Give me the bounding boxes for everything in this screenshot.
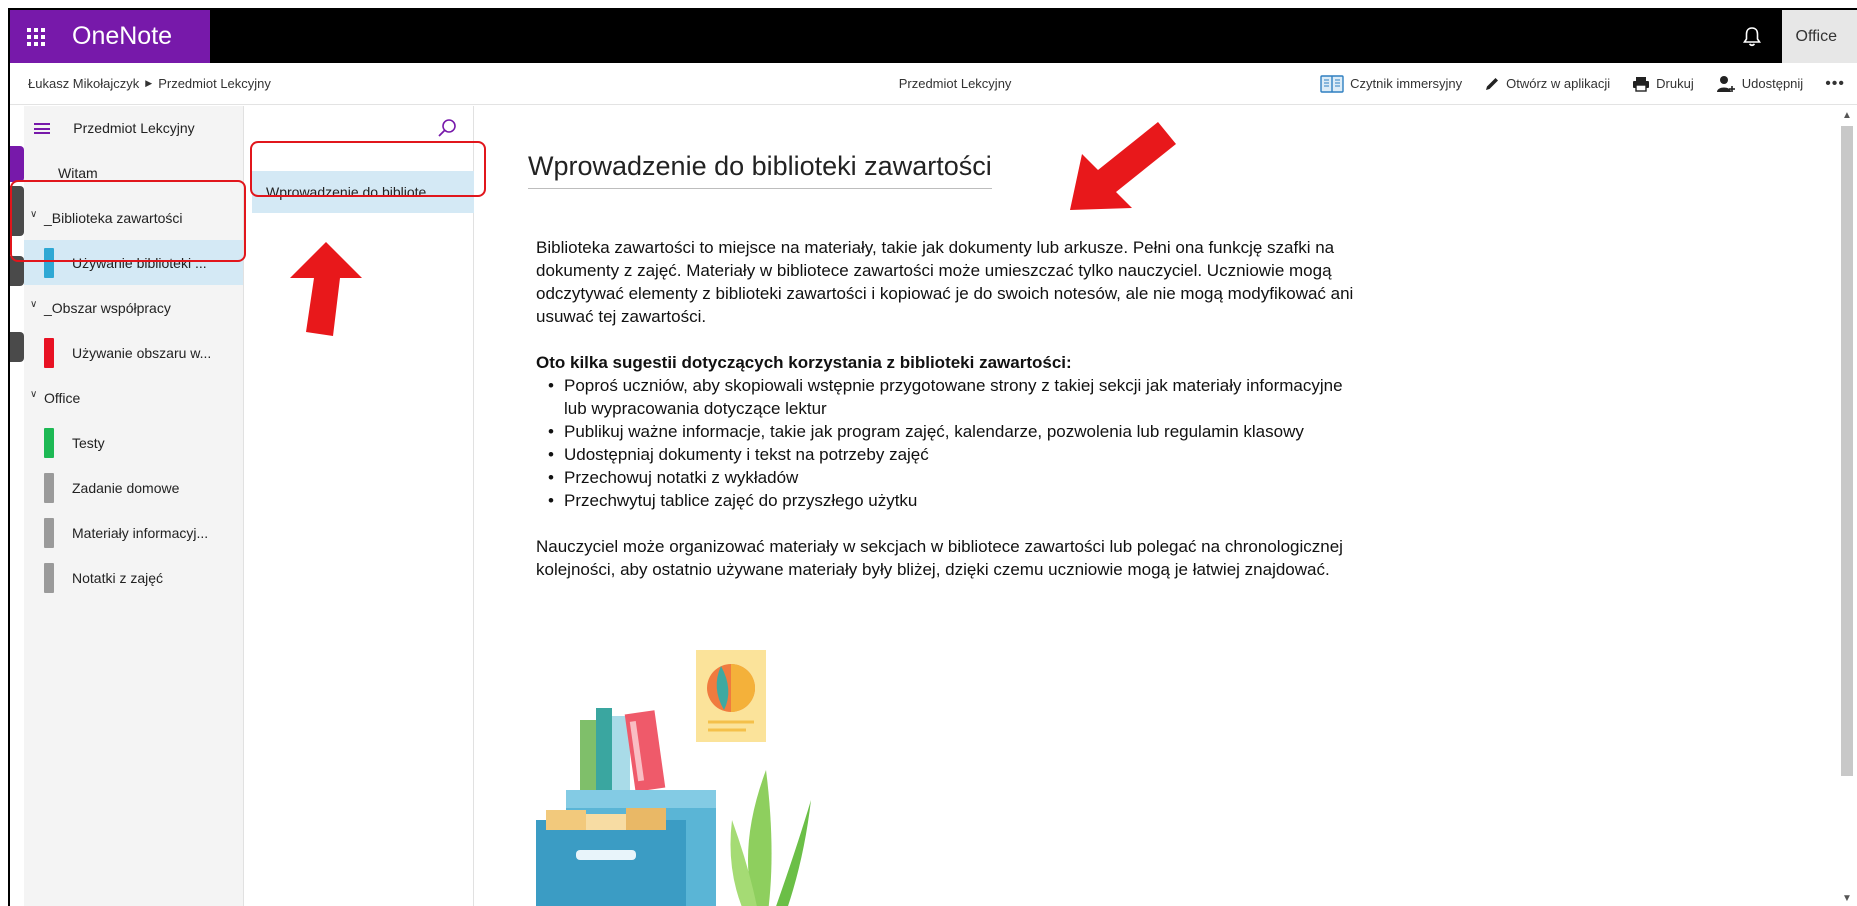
- list-item[interactable]: Przechwytuj tablice zajęć do przyszłego …: [536, 489, 1356, 512]
- immersive-reader-label: Czytnik immersyjny: [1350, 76, 1463, 91]
- section-group-label: _Obszar współpracy: [44, 299, 171, 316]
- sections-header: Przedmiot Lekcyjny: [24, 106, 243, 150]
- command-bar: Łukasz Mikołajczyk ▶ Przedmiot Lekcyjny …: [10, 63, 1857, 105]
- section-color-tab: [44, 428, 54, 458]
- onenote-window: OneNote Office Łukasz Mikołajczyk ▶ Prze…: [8, 8, 1857, 906]
- chevron-down-icon[interactable]: ∨: [30, 389, 37, 400]
- immersive-reader-button[interactable]: Czytnik immersyjny: [1320, 74, 1463, 93]
- notebook-title: Przedmiot Lekcyjny: [898, 76, 1012, 91]
- list-item[interactable]: Poproś uczniów, aby skopiowali wstępnie …: [536, 374, 1356, 420]
- scroll-up-icon[interactable]: ▲: [1842, 110, 1852, 121]
- section-color-tab: [44, 338, 54, 368]
- notifications-bell-icon[interactable]: [1722, 10, 1782, 63]
- print-label: Drukuj: [1656, 76, 1694, 91]
- section-color-tab: [44, 518, 54, 548]
- breadcrumb-notebook[interactable]: Przedmiot Lekcyjny: [158, 76, 271, 91]
- highlight-box-page: [250, 141, 486, 197]
- content-scrollbar[interactable]: ▲ ▼: [1831, 106, 1857, 906]
- pencil-icon: [1486, 77, 1499, 90]
- more-options-icon[interactable]: •••: [1825, 75, 1845, 93]
- section-notatki[interactable]: Notatki z zajęć: [24, 555, 243, 600]
- office-link[interactable]: Office: [1781, 10, 1857, 63]
- section-zadanie-domowe[interactable]: Zadanie domowe: [24, 465, 243, 510]
- page-title[interactable]: Wprowadzenie do biblioteki zawartości: [528, 151, 992, 189]
- brand-area: OneNote: [10, 10, 210, 63]
- section-materialy[interactable]: Materiały informacyj...: [24, 510, 243, 555]
- breadcrumb: Łukasz Mikołajczyk ▶ Przedmiot Lekcyjny: [10, 76, 650, 91]
- section-color-tab: [44, 563, 54, 593]
- share-label: Udostępnij: [1741, 76, 1804, 91]
- section-testy[interactable]: Testy: [24, 420, 243, 465]
- pages-pane: Wprowadzenie do bibliote...: [244, 106, 474, 906]
- section-group-obszar[interactable]: ∨ _Obszar współpracy: [24, 285, 243, 330]
- app-name[interactable]: OneNote: [62, 22, 172, 51]
- highlight-box-section: [10, 180, 246, 262]
- rail-tab-purple: [10, 146, 24, 182]
- scroll-down-icon[interactable]: ▼: [1842, 893, 1852, 904]
- list-item[interactable]: Przechowuj notatki z wykładów: [536, 466, 1356, 489]
- breadcrumb-user[interactable]: Łukasz Mikołajczyk: [28, 76, 139, 91]
- command-actions: Czytnik immersyjny Otwórz w aplikacji Dr…: [1320, 75, 1857, 93]
- immersive-reader-icon: [1320, 74, 1344, 93]
- open-in-app-label: Otwórz w aplikacji: [1506, 76, 1611, 91]
- page-body[interactable]: Biblioteka zawartości to miejsce na mate…: [536, 236, 1356, 604]
- search-icon[interactable]: [433, 114, 461, 142]
- closing-paragraph[interactable]: Nauczyciel może organizować materiały w …: [536, 535, 1356, 581]
- list-item[interactable]: Publikuj ważne informacje, takie jak pro…: [536, 420, 1356, 443]
- list-item[interactable]: Udostępniaj dokumenty i tekst na potrzeb…: [536, 443, 1356, 466]
- section-uzywanie-obszaru[interactable]: Używanie obszaru w...: [24, 330, 243, 375]
- breadcrumb-separator-icon: ▶: [145, 78, 153, 88]
- suggestions-list: Poproś uczniów, aby skopiowali wstępnie …: [536, 374, 1356, 512]
- app-launcher-icon[interactable]: [10, 10, 62, 63]
- library-illustration[interactable]: [536, 650, 836, 906]
- printer-icon: [1633, 76, 1650, 92]
- red-arrow-up-icon: [290, 242, 362, 336]
- suggestions-heading[interactable]: Oto kilka sugestii dotyczących korzystan…: [536, 351, 1356, 374]
- scrollbar-thumb[interactable]: [1841, 126, 1853, 776]
- section-color-tab: [44, 473, 54, 503]
- page-content: Wprowadzenie do biblioteki zawartości Bi…: [476, 106, 1831, 906]
- share-button[interactable]: Udostępnij: [1716, 75, 1803, 93]
- sections-notebook-title: Przedmiot Lekcyjny: [73, 120, 195, 136]
- print-button[interactable]: Drukuj: [1632, 76, 1694, 92]
- open-in-app-button[interactable]: Otwórz w aplikacji: [1484, 76, 1610, 92]
- section-group-office[interactable]: ∨ Office: [24, 375, 243, 420]
- intro-paragraph[interactable]: Biblioteka zawartości to miejsce na mate…: [536, 236, 1356, 328]
- chevron-down-icon[interactable]: ∨: [30, 299, 37, 310]
- section-label: Testy: [72, 434, 105, 451]
- app-bar: OneNote Office: [10, 10, 1857, 63]
- section-label: Witam: [58, 164, 98, 181]
- rail-tab-dark-3: [10, 332, 24, 362]
- share-person-icon: [1716, 75, 1735, 92]
